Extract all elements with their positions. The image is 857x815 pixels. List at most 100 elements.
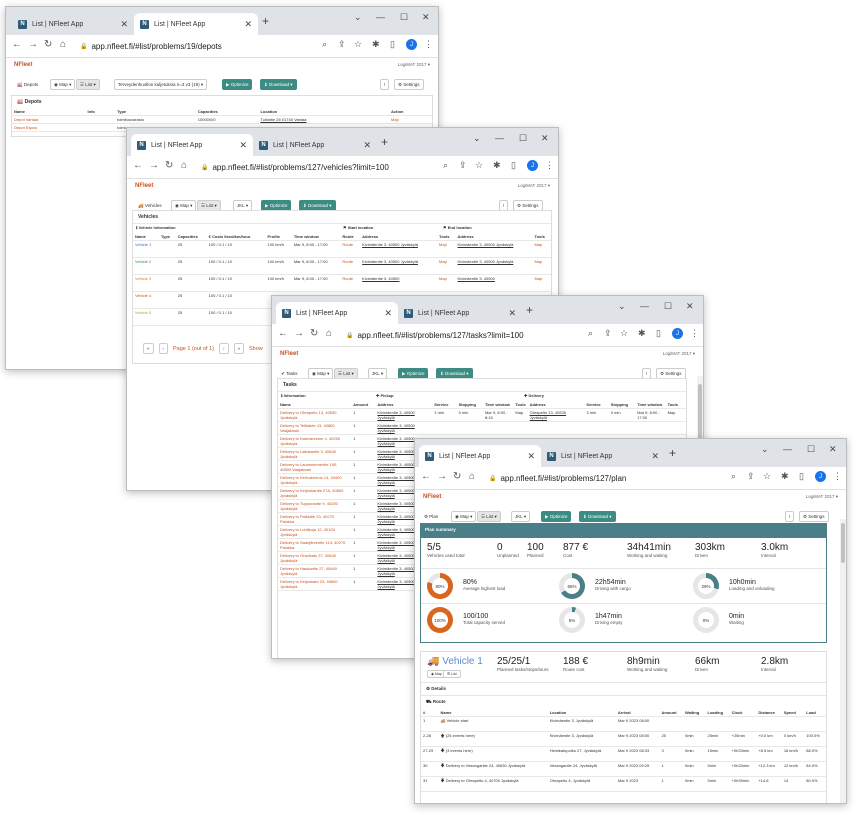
profile-avatar[interactable]: J <box>672 328 683 339</box>
list-button[interactable]: ☰ List ▾ <box>477 511 501 522</box>
home-icon[interactable]: ⌂ <box>326 328 332 339</box>
table-cell[interactable]: Delivery to Ohrapelto 13, 40530 Jyväskyl… <box>278 408 352 422</box>
nfleet-logo[interactable]: NFleet <box>423 494 441 500</box>
column-header[interactable]: Service <box>432 401 457 409</box>
column-header[interactable]: Capacities <box>175 233 207 241</box>
sidebar-icon[interactable]: ▯ <box>656 328 661 339</box>
reload-icon[interactable]: ↻ <box>453 471 461 482</box>
column-header[interactable]: Amount <box>351 401 376 409</box>
table-cell[interactable]: Map <box>437 257 456 275</box>
sidebar-icon[interactable]: ▯ <box>511 160 516 171</box>
extensions-icon[interactable]: ✱ <box>781 471 789 482</box>
star-icon[interactable]: ☆ <box>354 39 362 50</box>
minimize-button[interactable]: — <box>495 133 504 143</box>
table-cell[interactable] <box>513 421 528 435</box>
user-menu[interactable]: LogiMAT 2017 ▾ <box>663 351 695 357</box>
chevron-down-icon[interactable]: ⌄ <box>473 133 481 144</box>
column-header[interactable]: Service <box>584 401 609 409</box>
column-header[interactable]: Address <box>360 233 438 241</box>
browser-tab-1[interactable]: N List | NFleet App ✕ <box>131 134 253 156</box>
new-tab-button[interactable]: + <box>669 446 676 460</box>
close-window-button[interactable]: ✕ <box>541 133 549 144</box>
reload-icon[interactable]: ↻ <box>165 160 173 171</box>
browser-tab-1[interactable]: N List | NFleet App ✕ <box>276 302 398 324</box>
table-cell[interactable]: Map <box>389 115 432 124</box>
share-icon[interactable]: ⇪ <box>604 328 612 339</box>
table-row[interactable]: 1 🚚 Vehicle start Kivimäentie 3, Jyväskylä… <box>421 716 826 732</box>
download-button[interactable]: ⬇ Download ▾ <box>260 79 297 90</box>
vehicle-name[interactable]: 🚚 Vehicle 1 <box>427 656 483 667</box>
chevron-down-icon[interactable]: ⌄ <box>618 301 626 312</box>
new-tab-button[interactable]: + <box>526 303 533 317</box>
column-header[interactable]: Route <box>340 233 361 241</box>
browser-tab-2[interactable]: N List | NFleet App ✕ <box>541 445 665 467</box>
home-icon[interactable]: ⌂ <box>60 39 66 50</box>
table-cell[interactable]: Delivery to Kalevanrinne 4, 40250 Jyväsk… <box>278 434 352 448</box>
table-cell[interactable]: Map <box>532 240 551 258</box>
home-icon[interactable]: ⌂ <box>469 471 475 482</box>
table-cell[interactable]: Map <box>437 240 456 258</box>
forward-arrow-icon[interactable]: → <box>294 328 304 339</box>
extensions-icon[interactable]: ✱ <box>638 328 646 339</box>
column-header[interactable]: Type <box>159 233 176 241</box>
table-cell[interactable]: Delivery to Palkintie 23, 40270 Palokka <box>278 512 352 526</box>
table-row[interactable]: 2-26 🡅 (25 events here) Kivimäentie 3, Jyv… <box>421 731 826 747</box>
menu-icon[interactable]: ⋮ <box>545 160 554 171</box>
pager-show[interactable]: Show <box>249 346 263 352</box>
table-cell[interactable]: Vehicle 2 <box>133 257 160 275</box>
table-row[interactable]: 30 🡇 Delivery to Vesangantie 24, 40630 Jy… <box>421 761 826 777</box>
column-header[interactable]: Action <box>389 108 432 116</box>
column-header[interactable]: Tools <box>513 401 528 409</box>
menu-icon[interactable]: ⋮ <box>424 39 433 50</box>
pager-next[interactable]: › <box>219 343 229 354</box>
download-button[interactable]: ⬇ Download ▾ <box>579 511 616 522</box>
table-cell[interactable]: Delivery to Oravikatu 27, 40640 Jyväskyl… <box>278 551 352 565</box>
column-header[interactable]: Type <box>115 108 196 116</box>
table-cell[interactable]: Vehicle 1 <box>133 240 160 258</box>
sidebar-icon[interactable]: ▯ <box>799 471 804 482</box>
table-cell[interactable]: Delivery to Laurinniementie 190, 40800 V… <box>278 460 352 474</box>
table-cell[interactable]: Delivery to Laitokantie 3, 40640 Jyväsky… <box>278 447 352 461</box>
pager-first[interactable]: « <box>143 343 154 354</box>
table-cell[interactable] <box>665 421 686 435</box>
star-icon[interactable]: ☆ <box>620 328 628 339</box>
nfleet-logo[interactable]: NFleet <box>14 62 32 68</box>
table-cell[interactable]: Delivery to Keljonkantie 27A, 40600 Jyvä… <box>278 486 352 500</box>
column-header[interactable]: Location <box>547 709 616 717</box>
forward-arrow-icon[interactable]: → <box>437 471 447 482</box>
browser-tab-2[interactable]: N List | NFleet App ✕ <box>253 134 377 156</box>
info-button[interactable]: ! <box>785 511 795 522</box>
close-tab-icon[interactable]: ✕ <box>244 19 252 30</box>
nfleet-logo[interactable]: NFleet <box>135 183 153 189</box>
sidebar-icon[interactable]: ▯ <box>390 39 395 50</box>
column-header[interactable]: Info <box>85 108 116 116</box>
user-menu[interactable]: LogiMAT 2017 ▾ <box>806 494 838 500</box>
table-cell[interactable]: Depot Vantaa <box>12 115 86 124</box>
home-icon[interactable]: ⌂ <box>181 160 187 171</box>
table-cell[interactable]: Map <box>665 408 686 422</box>
map-button[interactable]: ◉ Map ▾ <box>50 79 76 90</box>
share-icon[interactable]: ⇪ <box>747 471 755 482</box>
column-header[interactable]: Address <box>375 401 433 409</box>
column-header[interactable]: Amount <box>659 709 683 717</box>
column-header[interactable]: Stopping <box>456 401 483 409</box>
close-window-button[interactable]: ✕ <box>829 444 837 455</box>
column-header[interactable]: Location <box>258 108 390 116</box>
browser-tab-2[interactable]: N List | NFleet App ✕ <box>134 13 258 35</box>
close-window-button[interactable]: ✕ <box>422 12 430 23</box>
share-icon[interactable]: ⇪ <box>338 39 346 50</box>
column-header[interactable]: Time window <box>482 401 514 409</box>
table-cell[interactable]: Depot Espoo <box>12 123 86 132</box>
table-cell[interactable]: Route <box>340 274 361 292</box>
column-header[interactable]: Load <box>804 709 826 717</box>
settings-button[interactable]: ⚙ Settings <box>394 79 424 90</box>
close-tab-icon[interactable]: ✕ <box>527 451 535 462</box>
url-field[interactable]: 🔒 app.nfleet.fi/#list/problems/127/plan <box>489 471 626 485</box>
column-header[interactable]: Speed <box>781 709 805 717</box>
zoom-icon[interactable]: ⌕ <box>731 471 736 482</box>
url-field[interactable]: 🔒 app.nfleet.fi/#list/problems/127/vehicl… <box>201 160 389 174</box>
profile-avatar[interactable]: J <box>406 39 417 50</box>
zoom-icon[interactable]: ⌕ <box>443 160 448 171</box>
maximize-button[interactable]: ☐ <box>519 133 527 144</box>
zoom-icon[interactable]: ⌕ <box>588 328 593 339</box>
